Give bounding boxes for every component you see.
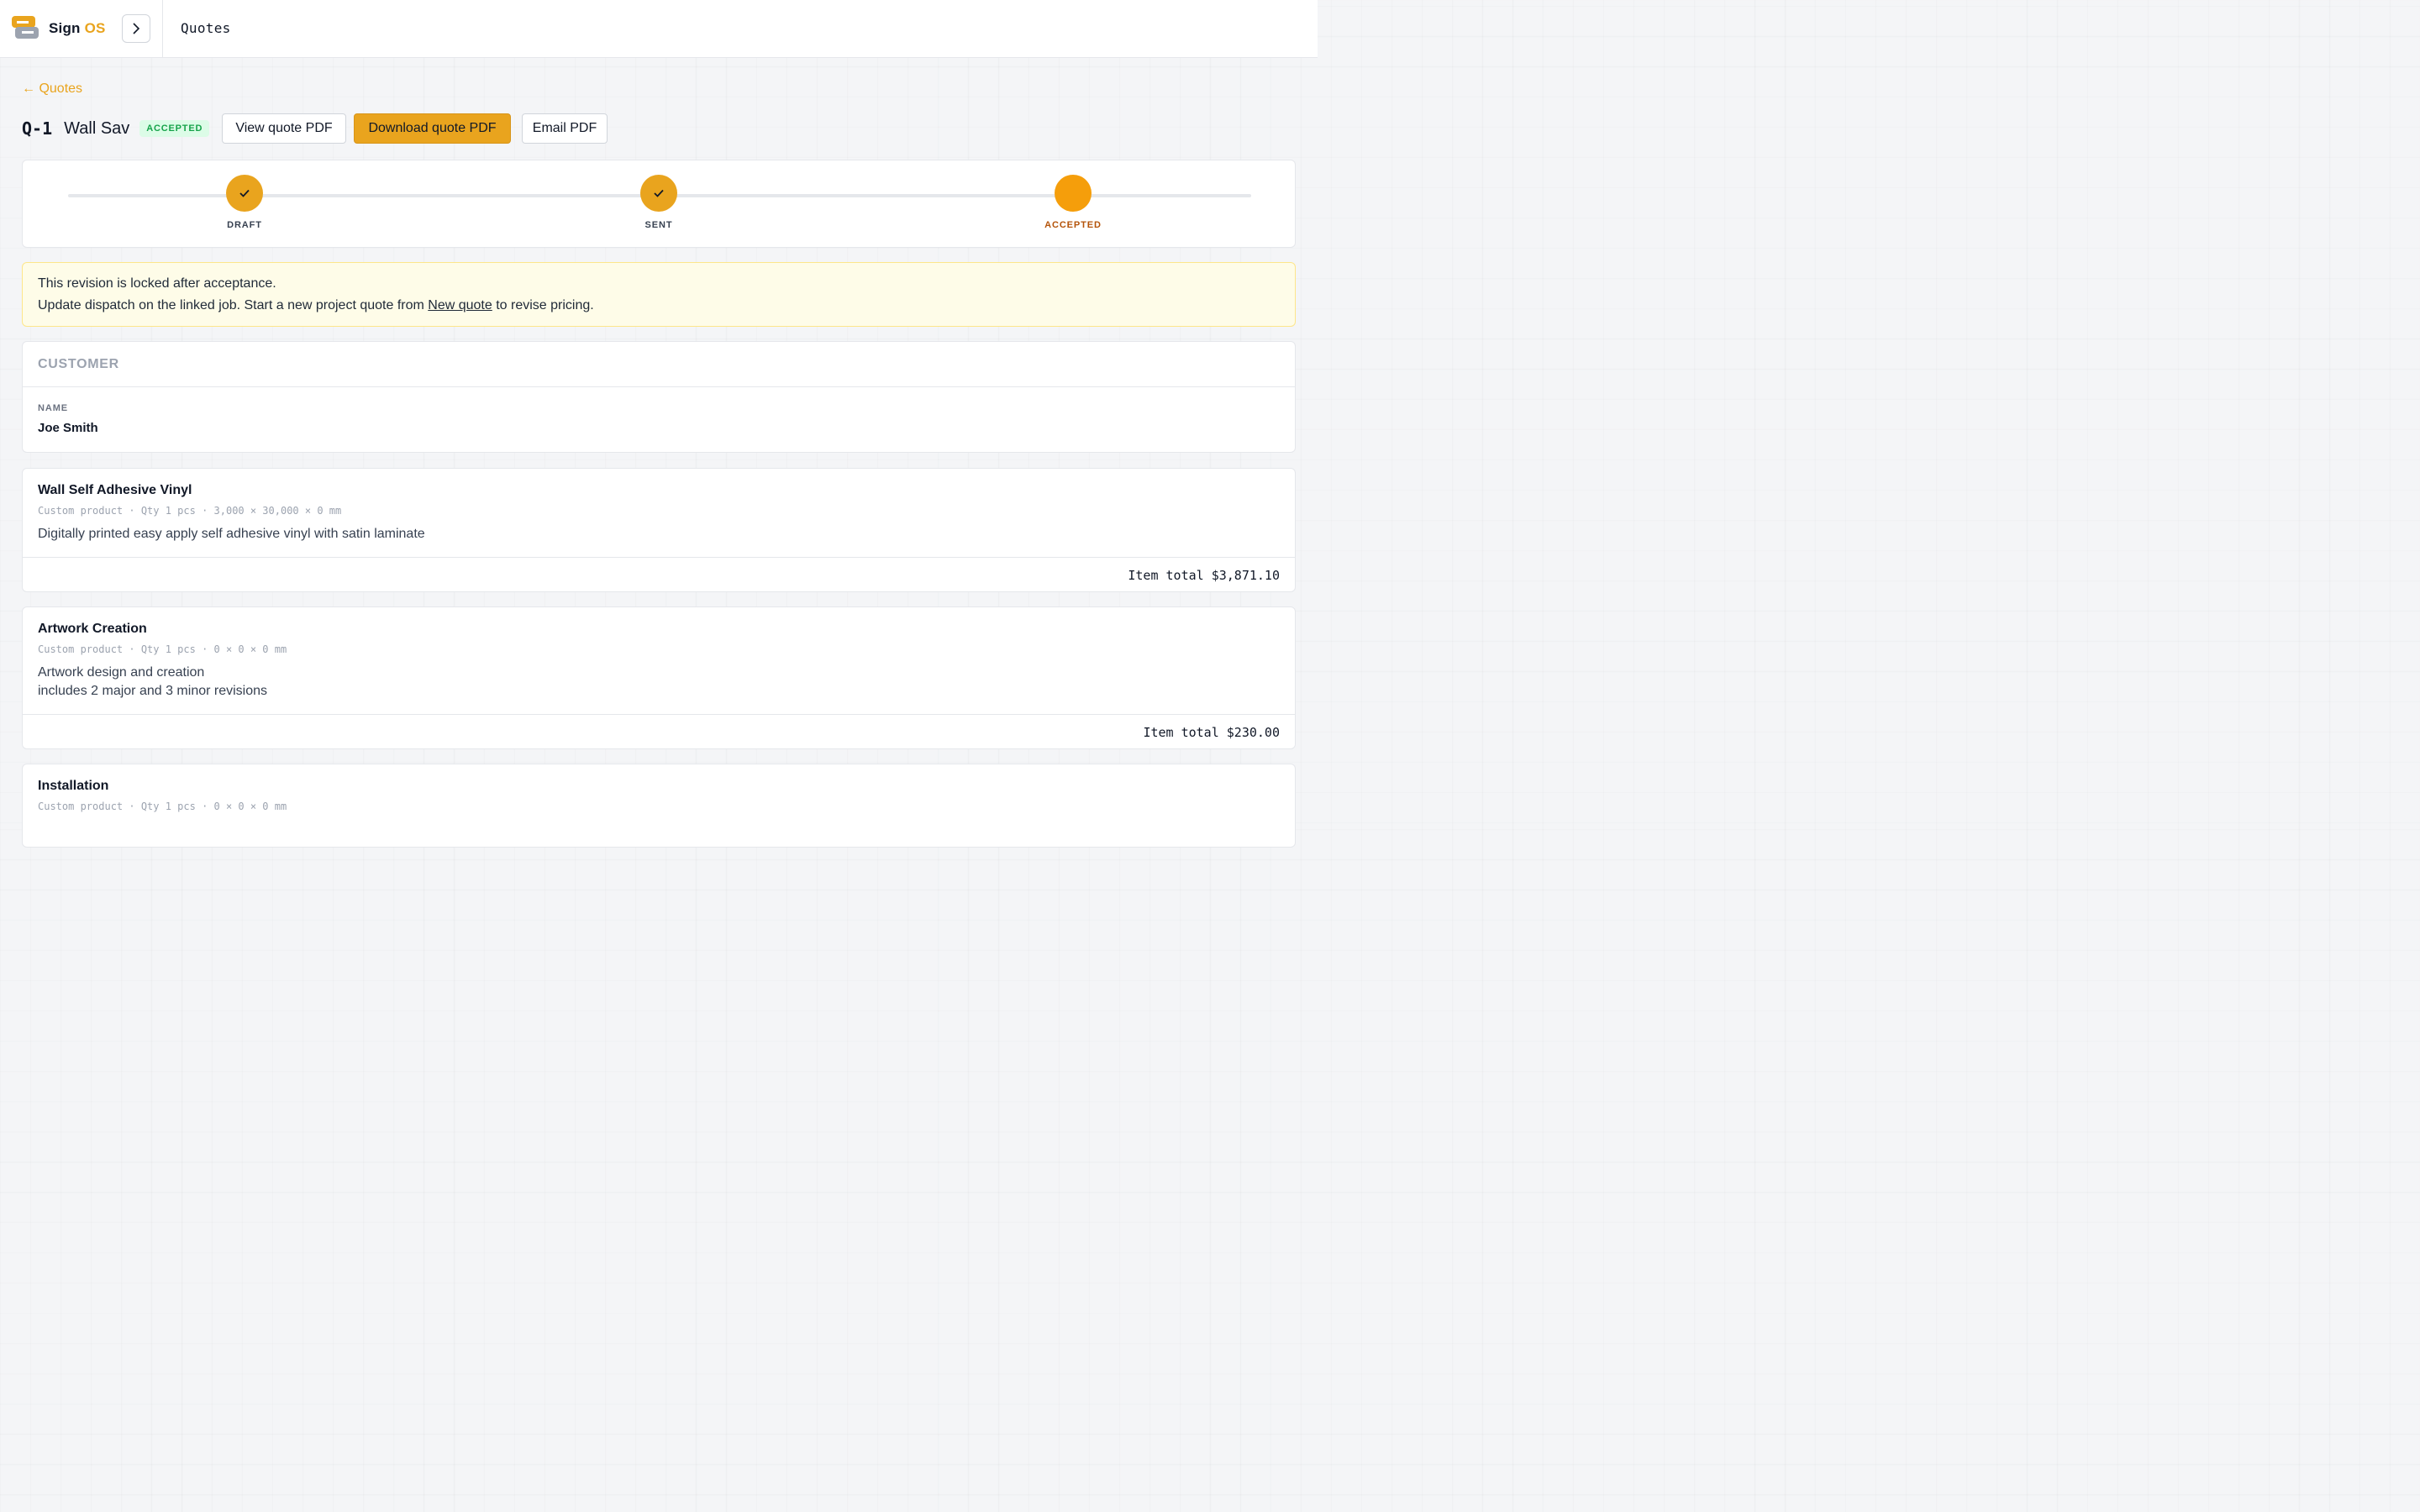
divider xyxy=(23,714,1295,715)
line-item-meta: Custom product · Qty 1 pcs · 0 × 0 × 0 m… xyxy=(38,643,287,655)
back-to-quotes-link[interactable]: ← Quotes xyxy=(22,81,82,97)
step-draft-label: DRAFT xyxy=(227,220,262,230)
customer-name-label: NAME xyxy=(38,403,68,413)
line-item-description: Artwork design and creation xyxy=(38,665,205,680)
view-quote-pdf-button[interactable]: View quote PDF xyxy=(222,113,346,144)
alert-body: Update dispatch on the linked job. Start… xyxy=(38,298,594,313)
step-draft-circle xyxy=(226,175,263,212)
brand-name-part2: OS xyxy=(84,20,106,36)
status-progress-card: DRAFT SENT ACCEPTED xyxy=(22,160,1296,248)
line-item-title: Installation xyxy=(38,779,109,793)
locked-revision-alert: This revision is locked after acceptance… xyxy=(22,262,1296,327)
step-sent-circle xyxy=(640,175,677,212)
sign-os-logo-icon xyxy=(12,16,39,39)
quote-title-row: Q-1 Wall Sav ACCEPTED xyxy=(22,113,210,144)
line-item-card: Installation Custom product · Qty 1 pcs … xyxy=(22,764,1296,848)
status-badge: ACCEPTED xyxy=(139,120,210,137)
top-bar: Sign OS Quotes xyxy=(0,0,1318,58)
new-quote-link[interactable]: New quote xyxy=(428,298,492,312)
step-accepted-label: ACCEPTED xyxy=(1044,220,1102,230)
download-quote-pdf-button[interactable]: Download quote PDF xyxy=(354,113,511,144)
customer-section-heading: CUSTOMER xyxy=(38,357,119,371)
line-item-card: Artwork Creation Custom product · Qty 1 … xyxy=(22,606,1296,749)
divider xyxy=(23,386,1295,387)
line-item-description: includes 2 major and 3 minor revisions xyxy=(38,684,268,698)
customer-name-value: Joe Smith xyxy=(38,421,98,435)
divider xyxy=(23,557,1295,558)
alert-body-text: Update dispatch on the linked job. Start… xyxy=(38,298,429,312)
alert-title: This revision is locked after acceptance… xyxy=(38,276,276,291)
expand-sidebar-button[interactable] xyxy=(122,14,150,43)
chevron-right-icon xyxy=(133,23,140,34)
line-item-meta: Custom product · Qty 1 pcs · 0 × 0 × 0 m… xyxy=(38,801,287,812)
step-accepted-circle xyxy=(1055,175,1092,212)
line-item-card: Wall Self Adhesive Vinyl Custom product … xyxy=(22,468,1296,592)
brand[interactable]: Sign OS xyxy=(12,15,106,42)
customer-card: CUSTOMER NAME Joe Smith xyxy=(22,341,1296,453)
quote-name: Wall Sav xyxy=(64,118,130,138)
line-item-total: Item total $3,871.10 xyxy=(1128,568,1280,583)
check-icon xyxy=(239,189,250,197)
brand-name: Sign OS xyxy=(49,20,106,37)
line-item-title: Artwork Creation xyxy=(38,622,147,636)
brand-name-part1: Sign xyxy=(49,20,81,36)
check-icon xyxy=(654,189,664,197)
alert-body-text-end: to revise pricing. xyxy=(492,298,594,312)
divider xyxy=(162,0,163,58)
step-sent-label: SENT xyxy=(644,220,673,230)
line-item-title: Wall Self Adhesive Vinyl xyxy=(38,483,192,497)
line-item-meta: Custom product · Qty 1 pcs · 3,000 × 30,… xyxy=(38,505,342,517)
quote-number: Q-1 xyxy=(22,118,53,139)
line-item-total: Item total $230.00 xyxy=(1143,725,1280,740)
page-title: Quotes xyxy=(181,20,231,36)
email-pdf-button[interactable]: Email PDF xyxy=(522,113,608,144)
line-item-description: Digitally printed easy apply self adhesi… xyxy=(38,527,425,541)
